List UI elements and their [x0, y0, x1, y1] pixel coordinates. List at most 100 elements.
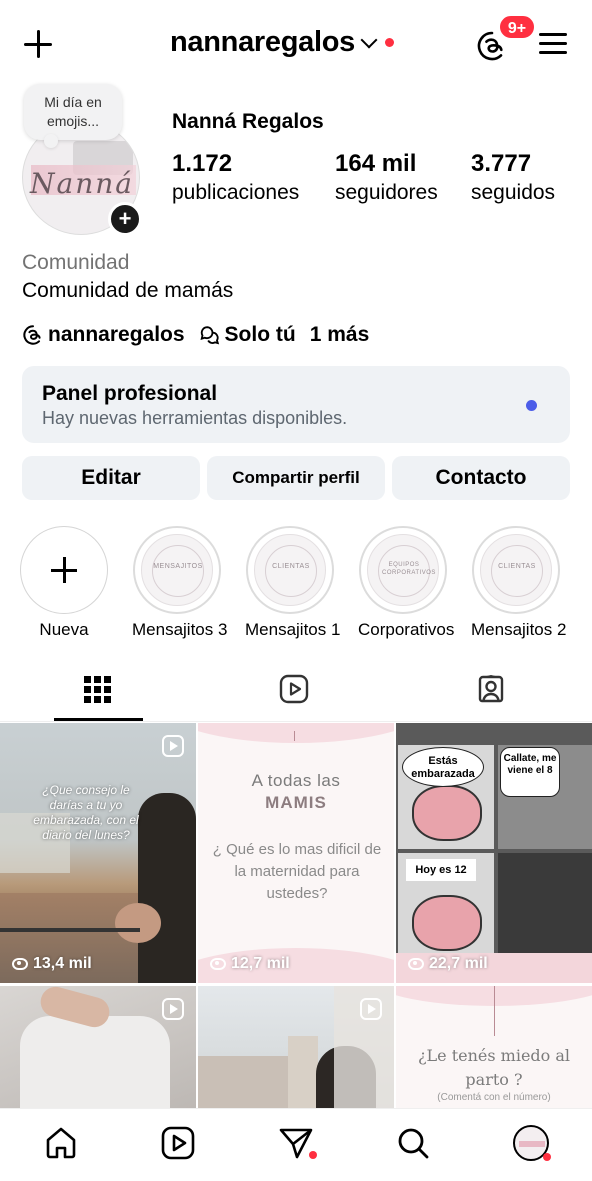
highlight-cover[interactable]: CLIENTAS — [472, 526, 560, 614]
share-profile-button[interactable]: Compartir perfil — [207, 456, 385, 500]
grid-icon — [84, 676, 111, 703]
highlight-item[interactable]: MENSAJITOS Mensajitos 3 — [132, 526, 228, 640]
highlight-cover[interactable]: CLIENTAS — [246, 526, 334, 614]
post-image-belly — [115, 903, 161, 943]
highlight-label: Corporativos — [358, 620, 455, 639]
eye-icon — [12, 958, 28, 970]
highlight-label: Mensajitos 1 — [245, 620, 341, 639]
profile-bio: Comunidad de mamás — [22, 279, 234, 302]
eye-icon — [210, 958, 226, 970]
post-caption: ¿Que consejo le darías a tu yo embarazad… — [33, 783, 139, 842]
note-text: Mi día en emojis... — [44, 94, 102, 129]
active-tab-indicator — [54, 718, 143, 721]
panel-subtitle: Hay nuevas herramientas disponibles. — [42, 408, 348, 428]
account-switcher[interactable]: nannaregalos — [170, 26, 394, 59]
view-count: 22,7 mil — [408, 955, 488, 973]
tab-reels[interactable] — [197, 660, 394, 722]
reels-icon[interactable] — [160, 1125, 196, 1161]
highlight-item[interactable]: CLIENTAS Mensajitos 1 — [245, 526, 341, 640]
panel-title: Panel profesional — [42, 382, 218, 405]
comic-brain — [412, 785, 482, 841]
threads-badge: 9+ — [498, 14, 536, 40]
post-image-fabric — [20, 1016, 170, 1108]
more-link[interactable]: 1 más — [310, 323, 370, 347]
stat-value: 3.777 — [471, 150, 532, 177]
highlight-label: Mensajitos 2 — [471, 620, 567, 639]
threads-link[interactable]: nannaregalos — [48, 323, 185, 347]
home-icon[interactable] — [43, 1125, 79, 1161]
note-bubble[interactable]: Mi día en emojis... — [24, 84, 122, 148]
post-tile[interactable]: ¿Le tenés miedo al parto ? (Comentá con … — [396, 986, 592, 1108]
speech-bubble: Estás embarazada — [402, 747, 484, 787]
audience-label[interactable]: Solo tú — [225, 323, 296, 347]
highlight-cover[interactable]: EQUIPOS CORPORATIVOS — [359, 526, 447, 614]
professional-dashboard[interactable]: Panel profesional Hay nuevas herramienta… — [22, 366, 570, 443]
username[interactable]: nannaregalos — [170, 26, 355, 59]
notification-dot — [543, 1153, 551, 1161]
menu-icon[interactable] — [539, 31, 569, 57]
post-pink-wave-top — [198, 723, 394, 743]
eye-icon — [408, 958, 424, 970]
highlight-cover-text: CLIENTAS — [272, 563, 310, 570]
stat-value: 164 mil — [335, 150, 417, 177]
highlight-cover-text: CLIENTAS — [498, 563, 536, 570]
view-count-label: 13,4 mil — [33, 955, 92, 972]
view-count-label: 22,7 mil — [429, 955, 488, 972]
highlight-cover-image: CLIENTAS — [480, 534, 552, 606]
post-tile[interactable]: ¿Que consejo le darías a tu yo embarazad… — [0, 723, 196, 983]
post-tile[interactable]: A todas las MAMIS ¿ Qué es lo mas difici… — [198, 723, 394, 983]
profile-tabs — [0, 660, 592, 722]
post-tile[interactable] — [198, 986, 394, 1108]
stat-label: publicaciones — [172, 181, 300, 204]
tab-grid[interactable] — [0, 660, 197, 722]
view-count: 12,7 mil — [210, 955, 290, 973]
notification-dot — [309, 1151, 317, 1159]
post-tile[interactable] — [0, 986, 196, 1108]
stat-label: seguidores — [335, 181, 438, 204]
plus-icon[interactable] — [20, 526, 108, 614]
highlight-item[interactable]: CLIENTAS Mensajitos 2 — [471, 526, 567, 640]
highlight-cover-image: EQUIPOS CORPORATIVOS — [367, 534, 439, 606]
contact-button[interactable]: Contacto — [392, 456, 570, 500]
highlight-cover-text: MENSAJITOS — [153, 563, 203, 570]
profile-category: Comunidad — [22, 251, 130, 274]
highlight-cover-image: MENSAJITOS — [141, 534, 213, 606]
highlight-label: Nueva — [39, 620, 89, 639]
chevron-down-icon[interactable] — [360, 31, 378, 48]
add-story-icon[interactable]: + — [108, 202, 142, 236]
stat-posts[interactable]: 1.172 publicaciones — [172, 150, 299, 205]
stat-value: 1.172 — [172, 150, 233, 177]
search-icon[interactable] — [395, 1125, 431, 1161]
tagged-person-icon — [478, 674, 504, 703]
post-divider — [494, 986, 495, 1036]
tab-tagged[interactable] — [394, 660, 591, 722]
display-name: Nanná Regalos — [172, 110, 324, 133]
post-caption: A todas las — [251, 771, 341, 790]
avatar-logo: Nanná — [30, 167, 134, 200]
post-caption: ¿ Qué es lo mas dificil de la maternidad… — [212, 841, 382, 902]
edit-profile-button[interactable]: Editar — [22, 456, 200, 500]
reel-icon — [360, 998, 382, 1020]
profile-avatar-mark — [519, 1141, 545, 1147]
close-friends-chat-icon — [200, 326, 219, 345]
links-row: nannaregalos Solo tú 1 más — [22, 323, 369, 347]
speech-bubble: Hoy es 12 — [406, 859, 476, 881]
highlight-new[interactable]: Nueva — [19, 526, 109, 640]
threads-icon — [23, 325, 41, 345]
highlight-cover-image: CLIENTAS — [254, 534, 326, 606]
comic-panel — [498, 853, 592, 953]
view-count: 13,4 mil — [12, 955, 92, 973]
reel-icon — [162, 998, 184, 1020]
highlight-label: Mensajitos 3 — [132, 620, 228, 639]
highlight-cover[interactable]: MENSAJITOS — [133, 526, 221, 614]
stat-following[interactable]: 3.777 seguidos — [471, 150, 555, 205]
new-indicator-dot — [526, 400, 537, 411]
view-count-label: 12,7 mil — [231, 955, 290, 972]
highlight-item[interactable]: EQUIPOS CORPORATIVOS Corporativos — [358, 526, 455, 640]
speech-bubble: Callate, me viene el 8 — [500, 747, 560, 797]
create-plus-icon[interactable] — [22, 28, 56, 62]
bottom-nav — [0, 1108, 592, 1181]
post-tile[interactable]: Estás embarazada Callate, me viene el 8 … — [396, 723, 592, 983]
notification-dot — [384, 38, 394, 47]
stat-followers[interactable]: 164 mil seguidores — [335, 150, 438, 205]
